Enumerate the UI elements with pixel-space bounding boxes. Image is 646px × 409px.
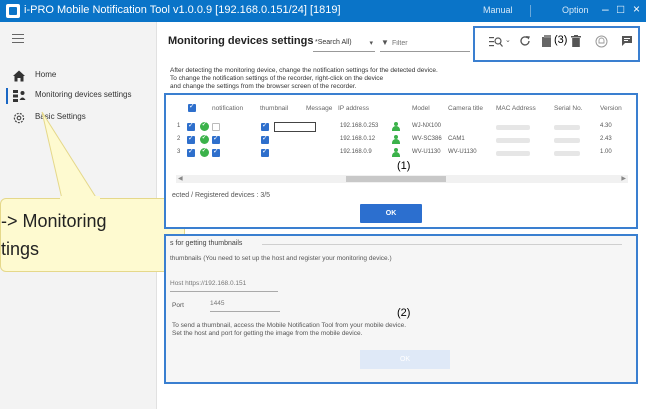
refresh-icon[interactable] [519,35,531,47]
version-cell: 2.43 [600,136,612,142]
scrollbar-thumb[interactable] [346,176,446,182]
scroll-right-icon[interactable]: ▶ [621,175,626,182]
column-header-notification[interactable]: notification [212,105,243,112]
chevron-down-icon[interactable]: ⌄ [505,36,511,44]
column-header-serial-no[interactable]: Serial No. [554,105,583,112]
connected-status-icon [200,133,209,144]
search-scope-value: *Search All) [315,39,352,46]
app-window: i-PRO Mobile Notification Tool v1.0.0.9 … [0,0,646,409]
column-header-model[interactable]: Model [412,105,430,112]
instructions-line: and change the settings from the browser… [170,83,357,90]
toolbar-callout-label: (3) [554,34,568,46]
ip-address-cell: 192.168.0.9 [340,149,372,155]
ok-button-disabled[interactable]: OK [360,350,450,369]
option-menu[interactable]: Option [562,5,589,15]
model-cell: WV-U1130 [412,149,441,155]
registered-devices-count: ected / Registered devices : 3/5 [172,192,271,199]
column-header-version[interactable]: Version [600,105,622,112]
column-header-thumbnail[interactable]: thumbnail [260,105,288,112]
notification-off-icon[interactable] [595,35,608,48]
search-devices-icon[interactable] [489,36,503,48]
section-divider [262,244,622,245]
serial-no-redacted [554,138,580,143]
host-field[interactable]: Host https://192.168.0.151 [170,280,278,292]
panel1-callout-label: (1) [397,160,411,172]
column-header-ip-address[interactable]: IP address [338,105,369,112]
person-icon [392,148,400,157]
table-row[interactable]: 3 192.168.0.9 WV-U1130 WV-U1130 1.00 [174,146,632,159]
row-number: 2 [177,136,181,142]
ip-address-cell: 192.168.0.253 [340,123,379,129]
instructions-line: After detecting the monitoring device, c… [170,67,438,74]
callout-pointer [41,111,98,200]
filter-input[interactable] [380,36,470,52]
row-select-checkbox[interactable] [187,121,195,131]
panel2-callout-label: (2) [397,307,411,319]
mac-address-redacted [496,138,530,143]
chevron-down-icon: ▾ [369,40,373,47]
thumbnail-checkbox[interactable] [261,121,269,131]
row-select-checkbox[interactable] [187,134,195,144]
table-header: notification thumbnail Message IP addres… [174,101,632,115]
instructions-text: After detecting the monitoring device, c… [170,67,438,91]
thumbnail-description: thumbnails (You need to set up the host … [170,255,392,262]
search-scope-select[interactable]: *Search All) ▾ [313,36,375,52]
connected-status-icon [200,120,209,131]
port-label: Port [172,302,184,309]
person-icon [392,122,400,131]
thumbnail-checkbox[interactable] [261,147,269,157]
row-number: 1 [177,123,181,129]
close-button[interactable]: × [633,2,640,16]
model-cell: WJ-NX100 [412,123,442,129]
message-icon[interactable] [621,35,633,47]
notification-checkbox[interactable] [212,134,220,144]
send-thumbnail-description: To send a thumbnail, access the Mobile N… [172,322,406,338]
toolbar: ⌄ (3) [473,26,640,62]
serial-no-redacted [554,125,580,130]
port-field[interactable]: 1445 [210,300,280,312]
maximize-button[interactable]: □ [617,2,624,16]
table-row[interactable]: 2 192.168.0.12 WV-SC386 CAM1 2.43 [174,133,632,146]
notification-checkbox[interactable] [212,123,220,131]
instructions-line: To change the notification settings of t… [170,75,384,82]
section-title: s for getting thumbnails [170,240,246,247]
person-icon [392,135,400,144]
row-number: 3 [177,149,181,155]
callout-text-line1: -> Monitoring [1,211,107,231]
ip-address-cell: 192.168.0.12 [340,136,376,142]
mac-address-redacted [496,151,530,156]
manual-menu[interactable]: Manual [483,5,513,15]
camera-title-cell: CAM1 [448,136,465,142]
trash-icon[interactable] [571,35,581,47]
menu-divider [530,5,531,17]
message-input[interactable] [274,122,316,132]
serial-no-redacted [554,151,580,156]
thumbnail-checkbox[interactable] [261,134,269,144]
connected-status-icon [200,146,209,157]
register-device-icon[interactable] [541,35,553,48]
version-cell: 4.30 [600,123,612,129]
callout-text-line2: tings [1,239,40,259]
column-header-message[interactable]: Message [306,105,332,112]
description-line: To send a thumbnail, access the Mobile N… [172,322,406,329]
description-line: Set the host and port for getting the im… [172,330,363,337]
callout-tooltip: -> Monitoring tings [0,198,185,272]
camera-title-cell: WV-U1130 [448,149,477,155]
scroll-left-icon[interactable]: ◀ [178,175,183,182]
page-title: Monitoring devices settings [168,35,314,47]
select-all-checkbox[interactable] [188,102,196,112]
notification-checkbox[interactable] [212,147,220,157]
model-cell: WV-SC386 [412,136,442,142]
column-header-camera-title[interactable]: Camera title [448,105,483,112]
table-row[interactable]: 1 192.168.0.253 WJ-NX100 4.30 [174,120,632,133]
row-select-checkbox[interactable] [187,147,195,157]
minimize-button[interactable]: – [602,2,609,16]
horizontal-scrollbar[interactable]: ◀ ▶ [176,175,628,183]
column-header-mac-address[interactable]: MAC Address [496,105,536,112]
version-cell: 1.00 [600,149,612,155]
ok-button[interactable]: OK [360,204,422,223]
mac-address-redacted [496,125,530,130]
callout-pointer-cover [60,196,100,202]
